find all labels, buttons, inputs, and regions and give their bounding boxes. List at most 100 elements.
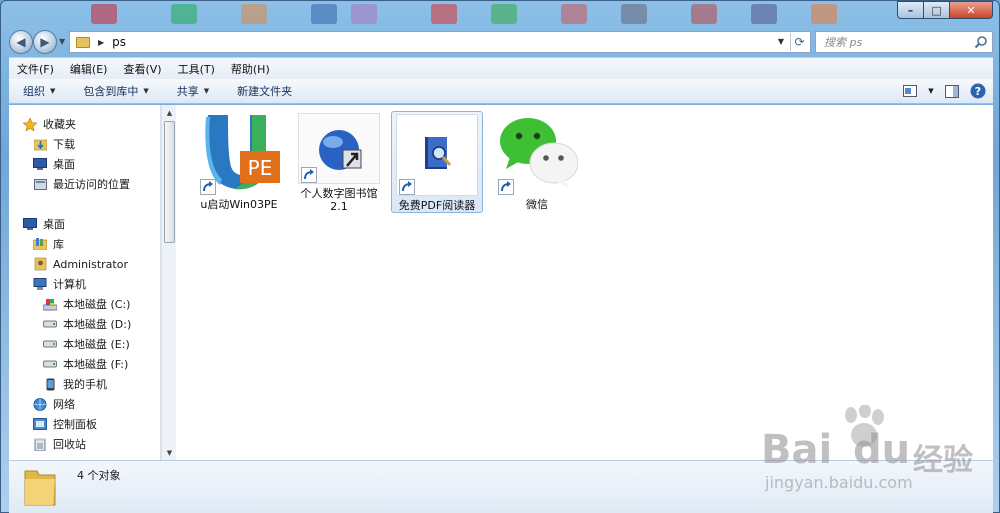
nav-disk-f[interactable]: 本地磁盘 (F:) [43,355,128,373]
nav-label: 下载 [53,138,75,151]
search-placeholder: 搜索 ps [824,36,863,49]
nav-favorites[interactable]: 收藏夹 [23,115,76,133]
organize-label: 组织 [23,85,45,98]
drive-icon [43,338,57,351]
navigation-pane: 收藏夹 下载 桌面 最近访问的位置 桌面 库 Administrator 计算机… [9,105,161,460]
menu-view[interactable]: 查看(V) [115,61,169,77]
baidu-jingyan-watermark: Bai du 经验 jingyan.baidu.com [761,405,991,505]
file-item[interactable]: PE u启动Win03PE [193,111,285,213]
menu-edit[interactable]: 编辑(E) [62,61,116,77]
view-options-button[interactable] [901,82,919,100]
breadcrumb-chevron-icon[interactable]: ▶ [98,38,104,47]
chevron-down-icon: ▼ [50,87,56,95]
share-button[interactable]: 共享 ▼ [163,83,223,99]
nav-phone[interactable]: 我的手机 [43,375,107,393]
control-panel-icon [33,418,47,431]
search-input[interactable]: 搜索 ps [815,31,993,53]
file-name: u启动Win03PE [200,198,278,211]
folder-icon [24,470,56,506]
desktop-icon [33,158,47,171]
close-button[interactable]: ✕ [949,1,993,19]
include-library-button[interactable]: 包含到库中 ▼ [69,83,162,99]
help-icon: ? [970,83,986,99]
menu-tools[interactable]: 工具(T) [170,61,223,77]
chevron-down-icon: ▼ [203,87,210,95]
menu-file[interactable]: 文件(F) [9,61,62,77]
recent-pages-dropdown[interactable]: ▼ [59,37,65,46]
drive-icon [43,358,57,371]
menu-bar: 文件(F) 编辑(E) 查看(V) 工具(T) 帮助(H) [9,57,993,79]
nav-disk-c[interactable]: 本地磁盘 (C:) [43,295,130,313]
nav-label: 最近访问的位置 [53,178,130,191]
nav-label: 控制面板 [53,418,97,431]
forward-button[interactable]: ▶ [33,30,57,54]
scroll-up-button[interactable]: ▲ [162,105,177,120]
share-label: 共享 [176,85,199,98]
watermark-cn: 经验 [913,443,973,478]
nav-desktop[interactable]: 桌面 [23,215,65,233]
nav-network[interactable]: 网络 [33,395,75,413]
file-item[interactable]: 免费PDF阅读器 [391,111,483,213]
nav-desktop-fav[interactable]: 桌面 [33,155,75,173]
folder-icon [76,36,90,48]
library-icon [33,238,47,251]
user-folder-icon [33,257,47,271]
file-thumb: PE [198,113,280,195]
nav-disk-e[interactable]: 本地磁盘 (E:) [43,335,130,353]
include-library-label: 包含到库中 [83,85,139,98]
back-button[interactable]: ◀ [9,30,33,54]
menu-help[interactable]: 帮助(H) [223,61,278,77]
new-folder-button[interactable]: 新建文件夹 [223,83,306,99]
scroll-down-button[interactable]: ▼ [162,445,177,460]
nav-label: 网络 [53,398,75,411]
preview-pane-button[interactable] [943,82,961,100]
scroll-thumb[interactable] [164,121,175,243]
recent-places-icon [33,178,47,191]
nav-computer[interactable]: 计算机 [33,275,86,293]
address-bar[interactable]: ▶ ps ▼ ⟳ [69,31,811,53]
window-controls: – □ ✕ [897,1,993,19]
watermark-url: jingyan.baidu.com [765,473,913,492]
nav-recent[interactable]: 最近访问的位置 [33,175,130,193]
svg-text:PE: PE [248,156,273,180]
nav-label: 桌面 [43,218,65,231]
nav-recycle-bin[interactable]: 回收站 [33,435,86,453]
nav-label: 我的手机 [63,378,107,391]
file-item[interactable]: 个人数字图书馆2.1 [293,111,385,213]
nav-control-panel[interactable]: 控制面板 [33,415,97,433]
system-drive-icon [43,298,57,311]
recycle-bin-icon [33,438,47,451]
file-item[interactable]: 微信 [491,111,583,213]
view-icon [903,85,917,97]
help-button[interactable]: ? [969,82,987,100]
navigation-scrollbar[interactable]: ▲ ▼ [161,105,176,460]
shortcut-arrow-icon [498,179,514,195]
minimize-button[interactable]: – [897,1,923,19]
toolbar-right: ▼ ? [901,82,987,100]
nav-downloads[interactable]: 下载 [33,135,75,153]
new-folder-label: 新建文件夹 [237,85,293,98]
organize-button[interactable]: 组织 ▼ [9,83,69,99]
search-icon[interactable] [974,35,988,49]
address-path[interactable]: ps [112,35,126,49]
file-thumb [496,113,578,195]
file-name: 微信 [526,198,548,211]
nav-label: 本地磁盘 (C:) [63,298,131,311]
address-row: ◀ ▶ ▼ ▶ ps ▼ ⟳ 搜索 ps [9,29,993,55]
nav-administrator[interactable]: Administrator [33,255,128,273]
drive-icon [43,318,57,331]
background-taskbar-icons [91,1,891,27]
nav-library[interactable]: 库 [33,235,64,253]
refresh-button[interactable]: ⟳ [790,33,808,51]
address-history-dropdown[interactable]: ▼ [778,37,784,46]
shortcut-arrow-icon [200,179,216,195]
nav-label: 本地磁盘 (F:) [63,358,129,371]
network-icon [33,397,47,411]
file-thumb [298,113,380,184]
nav-label: 回收站 [53,438,86,451]
view-dropdown[interactable]: ▼ [927,82,935,100]
chevron-down-icon: ▼ [143,87,149,95]
nav-disk-d[interactable]: 本地磁盘 (D:) [43,315,131,333]
maximize-button[interactable]: □ [923,1,949,19]
star-icon [23,117,37,131]
